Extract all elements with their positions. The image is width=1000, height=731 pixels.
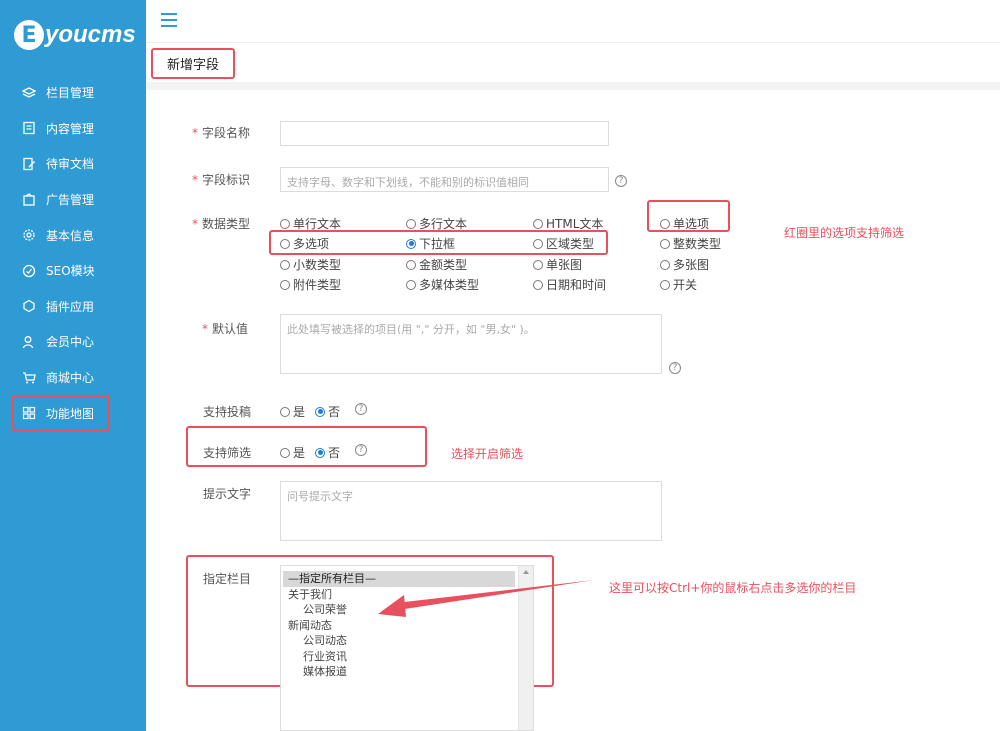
sidebar-item-label: 插件应用	[46, 299, 95, 314]
field-name-input[interactable]	[280, 121, 609, 146]
scroll-up-icon[interactable]	[523, 570, 529, 574]
radio-attachment-type[interactable]: 附件类型	[280, 276, 341, 293]
default-value-textarea[interactable]: 此处填写被选择的项目(用 "," 分开，如 "男,女" )。	[280, 314, 662, 374]
sidebar-item-plugins[interactable]: 插件应用	[0, 289, 146, 325]
sidebar-item-ad-management[interactable]: 广告管理	[0, 182, 146, 218]
sidebar-item-shop-center[interactable]: 商城中心	[0, 360, 146, 396]
topbar	[146, 0, 1000, 42]
sidebar-item-label: 广告管理	[46, 193, 95, 208]
allow-filter-yes[interactable]: 是	[280, 444, 305, 461]
logo-badge: E	[14, 20, 44, 50]
sidebar-item-seo[interactable]: SEO模块	[0, 253, 146, 289]
list-item[interactable]: 行业资讯	[283, 649, 515, 665]
list-item[interactable]: 公司动态	[283, 633, 515, 649]
arrow-annotation-icon	[378, 580, 594, 617]
form-content: * 字段名称 * 字段标识 支持字母、数字和下划线，不能和别的标识值相同 ? * 数据…	[146, 90, 1000, 731]
grid-icon	[22, 406, 36, 420]
hint-text-textarea[interactable]: 问号提示文字	[280, 481, 662, 541]
sidebar-item-label: 待审文档	[46, 157, 95, 172]
field-id-label: * 字段标识	[192, 173, 251, 187]
cart-icon	[22, 371, 36, 385]
logo-text: youcms	[45, 21, 136, 48]
help-icon[interactable]: ?	[669, 362, 681, 374]
user-icon	[22, 335, 36, 349]
help-icon[interactable]: ?	[355, 403, 367, 415]
field-id-input[interactable]: 支持字母、数字和下划线，不能和别的标识值相同	[280, 167, 609, 192]
logo[interactable]: E youcms	[14, 18, 136, 52]
sidebar-item-function-map[interactable]: 功能地图	[12, 395, 110, 431]
filter-note: 选择开启筛选	[451, 447, 524, 461]
plugin-icon	[22, 299, 36, 313]
hint-text-label: 提示文字	[203, 487, 252, 501]
divider	[146, 82, 1000, 90]
ad-icon	[22, 192, 36, 207]
layers-icon	[22, 86, 36, 100]
sidebar-item-basic-info[interactable]: 基本信息	[0, 217, 146, 253]
sidebar-item-label: 基本信息	[46, 228, 95, 243]
sidebar-item-content-management[interactable]: 内容管理	[0, 111, 146, 147]
highlight-box-single-choice	[647, 200, 730, 232]
column-note: 这里可以按Ctrl+你的鼠标右点击多选你的栏目	[609, 581, 857, 595]
menu-toggle-icon[interactable]	[161, 13, 177, 27]
radio-multimedia-type[interactable]: 多媒体类型	[406, 276, 479, 293]
tab-bar: 新增字段	[146, 42, 1000, 82]
list-item[interactable]: 媒体报道	[283, 664, 515, 680]
allow-submit-yes[interactable]: 是	[280, 403, 305, 420]
allow-filter-no[interactable]: 否	[315, 444, 340, 461]
radio-decimal-type[interactable]: 小数类型	[280, 256, 341, 273]
sidebar-item-column-management[interactable]: 栏目管理	[0, 75, 146, 111]
edit-document-icon	[22, 157, 36, 171]
radio-datetime[interactable]: 日期和时间	[533, 276, 606, 293]
radio-multi-image[interactable]: 多张图	[660, 256, 709, 273]
radio-filter-note: 红圈里的选项支持筛选	[784, 226, 905, 240]
gear-icon	[22, 228, 36, 242]
radio-integer-type[interactable]: 整数类型	[660, 235, 721, 252]
document-icon	[22, 121, 36, 135]
sidebar-item-label: 栏目管理	[46, 86, 95, 101]
data-type-label: * 数据类型	[192, 217, 251, 231]
sidebar-item-label: SEO模块	[46, 264, 95, 279]
sidebar-item-label: 功能地图	[46, 406, 95, 421]
radio-single-image[interactable]: 单张图	[533, 256, 582, 273]
help-icon[interactable]: ?	[355, 444, 367, 456]
seo-icon	[22, 264, 36, 278]
sidebar-item-member-center[interactable]: 会员中心	[0, 324, 146, 360]
tab-add-field[interactable]: 新增字段	[151, 48, 235, 79]
radio-money-type[interactable]: 金额类型	[406, 256, 467, 273]
allow-submit-label: 支持投稿	[203, 405, 252, 419]
help-icon[interactable]: ?	[615, 175, 627, 187]
radio-switch[interactable]: 开关	[660, 276, 697, 293]
columns-label: 指定栏目	[203, 572, 252, 586]
sidebar-item-label: 会员中心	[46, 335, 95, 350]
highlight-box-filter-types	[269, 230, 608, 255]
sidebar-menu: 栏目管理 内容管理 待审文档 广告管理 基本信息 SEO模块 插件应用 会员中心…	[0, 75, 146, 431]
sidebar-item-pending-documents[interactable]: 待审文档	[0, 146, 146, 182]
sidebar-item-label: 内容管理	[46, 121, 95, 136]
field-name-label: * 字段名称	[192, 126, 251, 140]
allow-filter-label: 支持筛选	[203, 446, 252, 460]
sidebar-item-label: 商城中心	[46, 371, 95, 386]
allow-submit-no[interactable]: 否	[315, 403, 340, 420]
default-value-label: * 默认值	[202, 322, 249, 336]
sidebar: E youcms 栏目管理 内容管理 待审文档 广告管理 基本信息 SEO模块	[0, 0, 146, 731]
